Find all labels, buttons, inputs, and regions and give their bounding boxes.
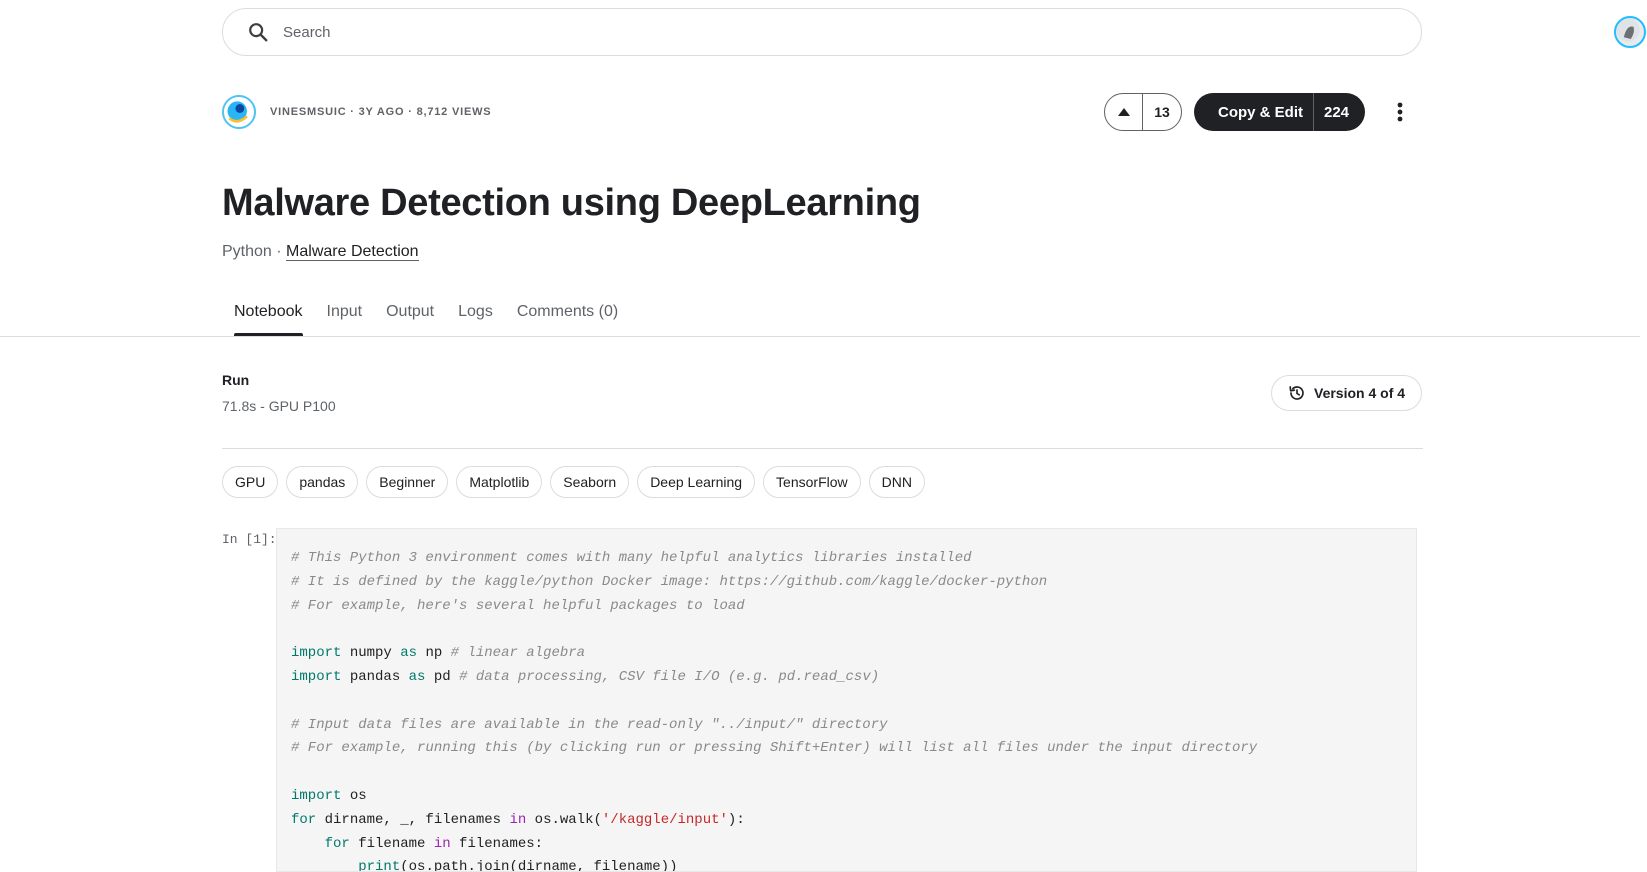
search-icon [249,23,268,42]
code-token: '/kaggle/input' [601,811,728,828]
code-line: import os [291,785,1402,809]
code-token: for [324,835,350,852]
more-vert-icon [1397,102,1403,122]
tabs-divider [0,336,1640,337]
tag-dnn[interactable]: DNN [868,466,925,498]
code-line: # It is defined by the kaggle/python Doc… [291,571,1402,595]
tag-seaborn[interactable]: Seaborn [550,466,630,498]
code-token: os.walk( [526,811,602,828]
version-button[interactable]: Version 4 of 4 [1271,375,1423,411]
code-token: print [358,859,401,872]
code-token: # Input data files are available in the … [291,716,888,733]
dataset-link[interactable]: Malware Detection [286,243,419,261]
copy-edit-button[interactable]: Copy & Edit 224 [1194,93,1366,131]
code-token: # For example, here's several helpful pa… [291,597,745,614]
code-token: # This Python 3 environment comes with m… [291,550,972,566]
tab-bar: Notebook Input Output Logs Comments (0) [222,290,630,336]
code-token: # It is defined by the kaggle/python Doc… [291,573,1048,590]
code-token: for [291,811,317,828]
vote-group: 13 [1104,93,1182,131]
more-options-button[interactable] [1386,98,1414,126]
version-label: Version 4 of 4 [1314,385,1406,401]
code-token: in [433,835,451,852]
code-cell[interactable]: # This Python 3 environment comes with m… [276,528,1417,872]
notebook-subtitle: Python · Malware Detection [222,243,419,261]
tab-output[interactable]: Output [374,290,446,336]
code-line: import pandas as pd # data processing, C… [291,666,1402,690]
tab-comments[interactable]: Comments (0) [505,290,630,336]
run-meta: 71.8s - GPU P100 [222,398,336,414]
run-title: Run [222,372,250,388]
code-token: # linear algebra [450,645,586,662]
search-input[interactable] [283,23,1383,41]
copy-edit-label: Copy & Edit [1218,103,1303,121]
code-line: # Input data files are available in the … [291,714,1402,738]
tag-pandas[interactable]: pandas [286,466,359,498]
code-token: import [291,645,342,662]
author-meta: VINESMSUIC · 3Y AGO · 8,712 VIEWS [270,106,492,118]
triangle-up-icon [1117,108,1130,116]
tag-deep-learning[interactable]: Deep Learning [637,466,756,498]
code-token: pd [425,668,460,685]
code-token: ): [727,811,745,828]
tag-list: GPU pandas Beginner Matplotlib Seaborn D… [222,466,925,498]
code-token: os [341,787,367,804]
author-avatar[interactable] [222,95,256,129]
tab-logs[interactable]: Logs [446,290,505,336]
code-token: dirname, _, filenames [316,811,510,828]
code-line: for dirname, _, filenames in os.walk('/k… [291,809,1402,833]
code-token: numpy [341,645,401,662]
page-title: Malware Detection using DeepLearning [222,182,921,224]
code-token: np [417,645,451,662]
search-bar[interactable] [222,8,1422,56]
tag-tensorflow[interactable]: TensorFlow [763,466,861,498]
upvote-button[interactable] [1105,94,1143,130]
cell-prompt: In [1]: [222,532,277,547]
run-divider [222,448,1423,449]
code-token: # data processing, CSV file I/O (e.g. pd… [459,668,880,685]
tab-notebook[interactable]: Notebook [222,290,315,336]
code-line: import numpy as np # linear algebra [291,642,1402,666]
vote-count: 13 [1154,104,1170,120]
code-token: pandas [341,668,409,685]
profile-avatar[interactable] [1614,16,1646,48]
code-token: import [291,668,342,685]
code-line: for filename in filenames: [291,833,1402,857]
code-line: print(os.path.join(dirname, filename)) [291,856,1402,872]
code-token: import [291,787,342,804]
history-icon [1289,386,1304,400]
subtitle-separator: · [276,243,282,260]
code-token: filenames: [450,835,544,852]
code-line: # For example, here's several helpful pa… [291,595,1402,619]
code-token: (os.path.join(dirname, filename)) [400,859,678,872]
tag-matplotlib[interactable]: Matplotlib [456,466,543,498]
code-token: in [509,811,527,828]
language-label: Python [222,243,272,260]
tag-gpu[interactable]: GPU [222,466,279,498]
code-token: # For example, running this (by clicking… [291,740,1258,757]
tag-beginner[interactable]: Beginner [366,466,449,498]
code-token: as [400,645,418,662]
code-line: # For example, running this (by clicking… [291,737,1402,761]
copy-edit-count: 224 [1324,103,1350,121]
code-line: # This Python 3 environment comes with m… [291,547,1402,571]
code-token: as [408,668,426,685]
tab-input[interactable]: Input [315,290,375,336]
code-token: filename [349,835,434,852]
author-row: VINESMSUIC · 3Y AGO · 8,712 VIEWS [222,94,491,130]
